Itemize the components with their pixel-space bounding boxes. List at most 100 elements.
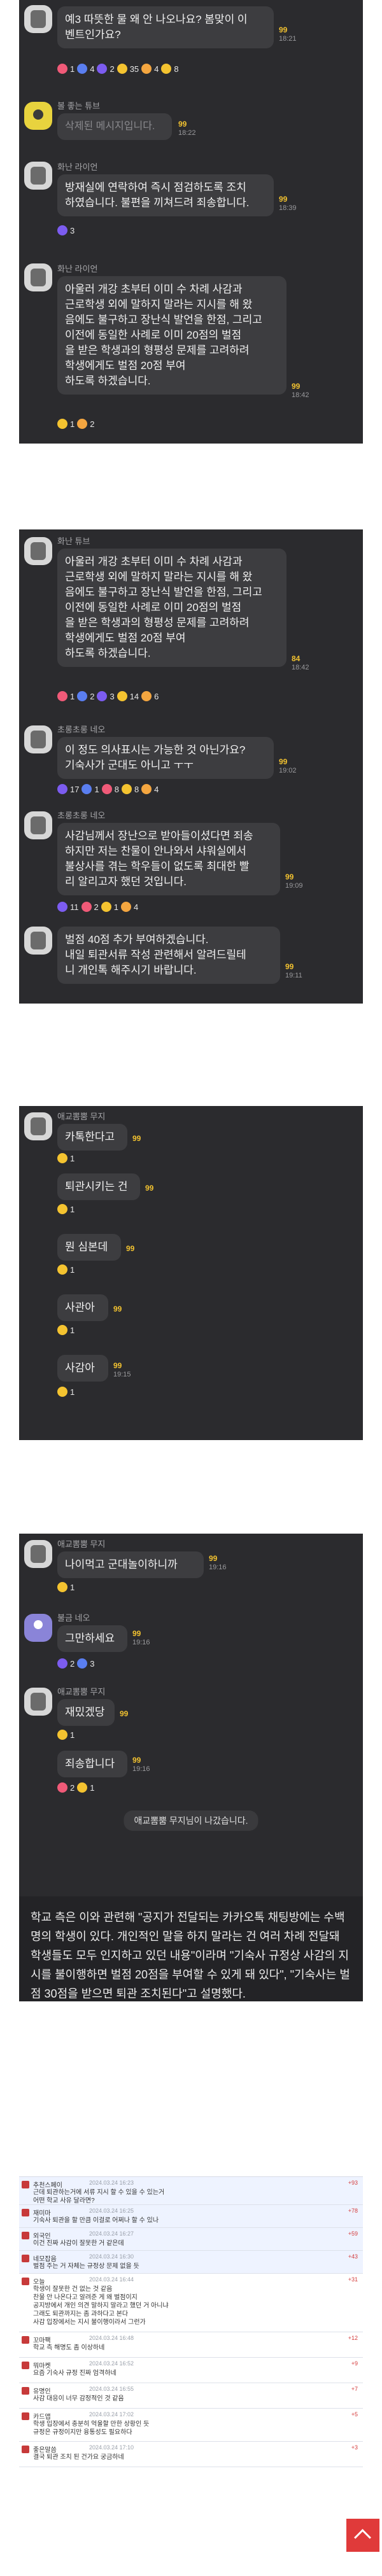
message-bubble[interactable]: 이 정도 의사표시는 가능한 것 아닌가요? 기숙사가 군대도 아니고 ㅜㅜ xyxy=(57,737,274,779)
sender-name: 화난 라이언 xyxy=(57,162,98,172)
reaction-bar[interactable]: 1 xyxy=(57,1153,74,1163)
comment-nickname[interactable]: 재미마 xyxy=(33,2208,51,2217)
comment-row[interactable]: 네모잡음 2024.03.24 16:30 +43 벌점 주는 거 자체는 규정… xyxy=(19,2251,363,2274)
user-level-icon xyxy=(22,2232,29,2239)
message-bubble[interactable]: 방재실에 연락하여 즉시 점검하도록 조치 하였습니다. 불편을 끼쳐드려 죄송… xyxy=(57,174,274,216)
avatar[interactable] xyxy=(24,811,52,839)
comment-nickname[interactable]: 좋은말씀 xyxy=(33,2444,57,2454)
reaction-count: 3 xyxy=(90,1658,95,1669)
avatar[interactable] xyxy=(24,102,52,130)
deleted-message-bubble[interactable]: 삭제된 메시지입니다. xyxy=(57,113,172,140)
message-bubble[interactable]: 아울러 개강 초부터 이미 수 차례 사감과 근로학생 외에 말하지 말라는 지… xyxy=(57,276,286,395)
comment-text: 근데 퇴관하는거에 서류 지시 할 수 있을 수 있는거 어떤 학교 사유 달라… xyxy=(33,2189,165,2204)
comment-text: 벌점 주는 거 자체는 규정상 문제 없을 듯 xyxy=(33,2263,139,2270)
reaction-bar[interactable]: 1 xyxy=(57,1582,74,1592)
comment-row[interactable]: 꼬마팩 2024.03.24 16:48 +12 학교 측 해명도 좀 이상하네 xyxy=(19,2332,363,2358)
like-reaction-icon xyxy=(77,691,88,701)
message-bubble[interactable]: 벌점 40점 추가 부여하겠습니다. 내일 퇴관서류 작성 관련해서 알려드릴테… xyxy=(57,927,280,984)
avatar[interactable] xyxy=(24,263,52,291)
comment-row[interactable]: 오늘 2024.03.24 16:44 +31 학생이 잘못한 건 없는 것 같… xyxy=(19,2274,363,2332)
unread-count: 84 xyxy=(292,654,301,663)
user-level-icon xyxy=(22,2446,29,2453)
sender-name: 초롱초롱 네오 xyxy=(57,725,106,734)
message-bubble[interactable]: 사감님께서 장난으로 받아들이셨다면 죄송 하지만 저는 찬물이 안나와서 샤워… xyxy=(57,823,280,895)
reaction-bar[interactable]: 1 xyxy=(57,1264,74,1275)
message-bubble[interactable]: 퇴관시키는 건 xyxy=(57,1173,140,1200)
avatar[interactable] xyxy=(24,1688,52,1716)
reaction-bar[interactable]: 1 4 2 35 4 8 xyxy=(57,64,179,74)
avatar[interactable] xyxy=(24,5,52,33)
message-bubble[interactable]: 그만하세요 xyxy=(57,1625,127,1652)
reaction-bar[interactable]: 17 1 8 8 4 xyxy=(57,784,159,794)
comment-text: 기숙사 퇴관을 할 만큼 이걸로 어쩌나 할 수 있나 xyxy=(33,2217,159,2224)
comment-row[interactable]: 카드앱 2024.03.24 17:02 +5 학생 입장에서 충분히 억울할 … xyxy=(19,2409,363,2442)
message-meta: 99 19:02 xyxy=(279,757,297,775)
comment-row[interactable]: 재미마 2024.03.24 16:25 +78 기숙사 퇴관을 할 만큼 이걸… xyxy=(19,2205,363,2228)
unread-count: 99 xyxy=(113,1361,122,1370)
comment-row[interactable]: 외국인 2024.03.24 16:27 +59 이건 진짜 사감이 잘못한 거… xyxy=(19,2228,363,2251)
system-message: 애교뽐뿜 무지님이 나갔습니다. xyxy=(124,1810,258,1831)
comment-nickname[interactable]: 유명인 xyxy=(33,2386,51,2395)
reaction-count: 1 xyxy=(70,419,75,429)
message-bubble[interactable]: 재밌겠당 xyxy=(57,1699,115,1726)
scroll-to-top-button[interactable] xyxy=(346,2519,379,2552)
message-bubble[interactable]: 아울러 개강 초부터 이미 수 차례 사감과 근로학생 외에 말하지 말라는 지… xyxy=(57,549,286,667)
smile-reaction-icon xyxy=(77,1782,88,1793)
user-level-icon xyxy=(22,2209,29,2216)
avatar[interactable] xyxy=(24,1614,52,1642)
reaction-count: 1 xyxy=(70,1582,75,1592)
avatar[interactable] xyxy=(24,725,52,753)
comment-row[interactable]: 뭐마켓 2024.03.24 16:52 +9 요즘 기숙사 규정 진짜 엄격하… xyxy=(19,2358,363,2383)
reaction-count: 2 xyxy=(94,902,99,912)
comment-nickname[interactable]: 추천스페이 xyxy=(33,2180,62,2189)
reaction-bar[interactable]: 11 2 1 4 xyxy=(57,902,138,912)
reaction-count: 1 xyxy=(70,1325,75,1335)
smile-reaction-icon xyxy=(121,784,132,794)
unread-count: 99 xyxy=(126,1244,135,1253)
reaction-bar[interactable]: 1 xyxy=(57,1730,74,1740)
comment-row[interactable]: 유명인 2024.03.24 16:55 +7 사감 대응이 너무 감정적인 것… xyxy=(19,2383,363,2409)
comment-date: 2024.03.24 16:30 xyxy=(89,2253,134,2260)
reaction-bar[interactable]: 1 xyxy=(57,1387,74,1397)
comment-nickname[interactable]: 외국인 xyxy=(33,2230,51,2240)
chat-message: 예3 따뜻한 물 왜 안 나오나요? 봄맞이 이 벤트인가요? 99 18:21… xyxy=(19,0,363,76)
comment-nickname[interactable]: 오늘 xyxy=(33,2276,45,2286)
check-reaction-icon xyxy=(97,64,108,74)
reaction-count: 17 xyxy=(70,784,80,794)
comment-date: 2024.03.24 17:02 xyxy=(89,2411,134,2418)
message-bubble[interactable]: 사감아 xyxy=(57,1355,108,1382)
message-bubble[interactable]: 죄송합니다 xyxy=(57,1751,127,1777)
reaction-bar[interactable]: 1 2 xyxy=(57,419,94,429)
comment-nickname[interactable]: 카드앱 xyxy=(33,2411,51,2421)
comment-row[interactable]: 좋은말씀 2024.03.24 17:10 +3 결국 퇴관 조치 된 건가요 … xyxy=(19,2442,363,2467)
avatar[interactable] xyxy=(24,927,52,955)
avatar[interactable] xyxy=(24,537,52,565)
reaction-bar[interactable]: 3 xyxy=(57,225,74,235)
sender-name: 애교뽐뿜 무지 xyxy=(57,1112,106,1121)
chat-message: 화난 튜브 아울러 개강 초부터 이미 수 차례 사감과 근로학생 외에 말하지… xyxy=(19,529,363,720)
message-bubble[interactable]: 카톡한다고 xyxy=(57,1124,127,1151)
reaction-bar[interactable]: 1 2 3 14 6 xyxy=(57,691,159,701)
reaction-bar[interactable]: 2 3 xyxy=(57,1658,94,1669)
comment-nickname[interactable]: 네모잡음 xyxy=(33,2253,57,2263)
heart-reaction-icon xyxy=(57,64,67,74)
message-bubble[interactable]: 예3 따뜻한 물 왜 안 나오나요? 봄맞이 이 벤트인가요? xyxy=(57,6,274,48)
timestamp: 19:15 xyxy=(113,1371,131,1378)
message-bubble[interactable]: 뭔 심본데 xyxy=(57,1234,121,1261)
avatar[interactable] xyxy=(24,162,52,190)
comment-nickname[interactable]: 꼬마팩 xyxy=(33,2335,51,2344)
reaction-bar[interactable]: 2 1 xyxy=(57,1782,94,1793)
avatar[interactable] xyxy=(24,1540,52,1568)
reaction-count: 35 xyxy=(129,64,139,74)
comment-row[interactable]: 추천스페이 2024.03.24 16:23 +93 근데 퇴관하는거에 서류 … xyxy=(19,2177,363,2205)
message-bubble[interactable]: 나이먹고 군대놀이하니까 xyxy=(57,1551,204,1578)
comment-score: +93 xyxy=(348,2180,358,2186)
comment-nickname[interactable]: 뭐마켓 xyxy=(33,2360,51,2370)
reaction-bar[interactable]: 1 xyxy=(57,1325,74,1335)
avatar[interactable] xyxy=(24,1112,52,1140)
message-bubble[interactable]: 사관아 xyxy=(57,1294,108,1321)
comment-date: 2024.03.24 16:27 xyxy=(89,2230,134,2237)
check-reaction-icon xyxy=(97,691,108,701)
heart-reaction-icon xyxy=(101,784,112,794)
reaction-bar[interactable]: 1 xyxy=(57,1204,74,1214)
